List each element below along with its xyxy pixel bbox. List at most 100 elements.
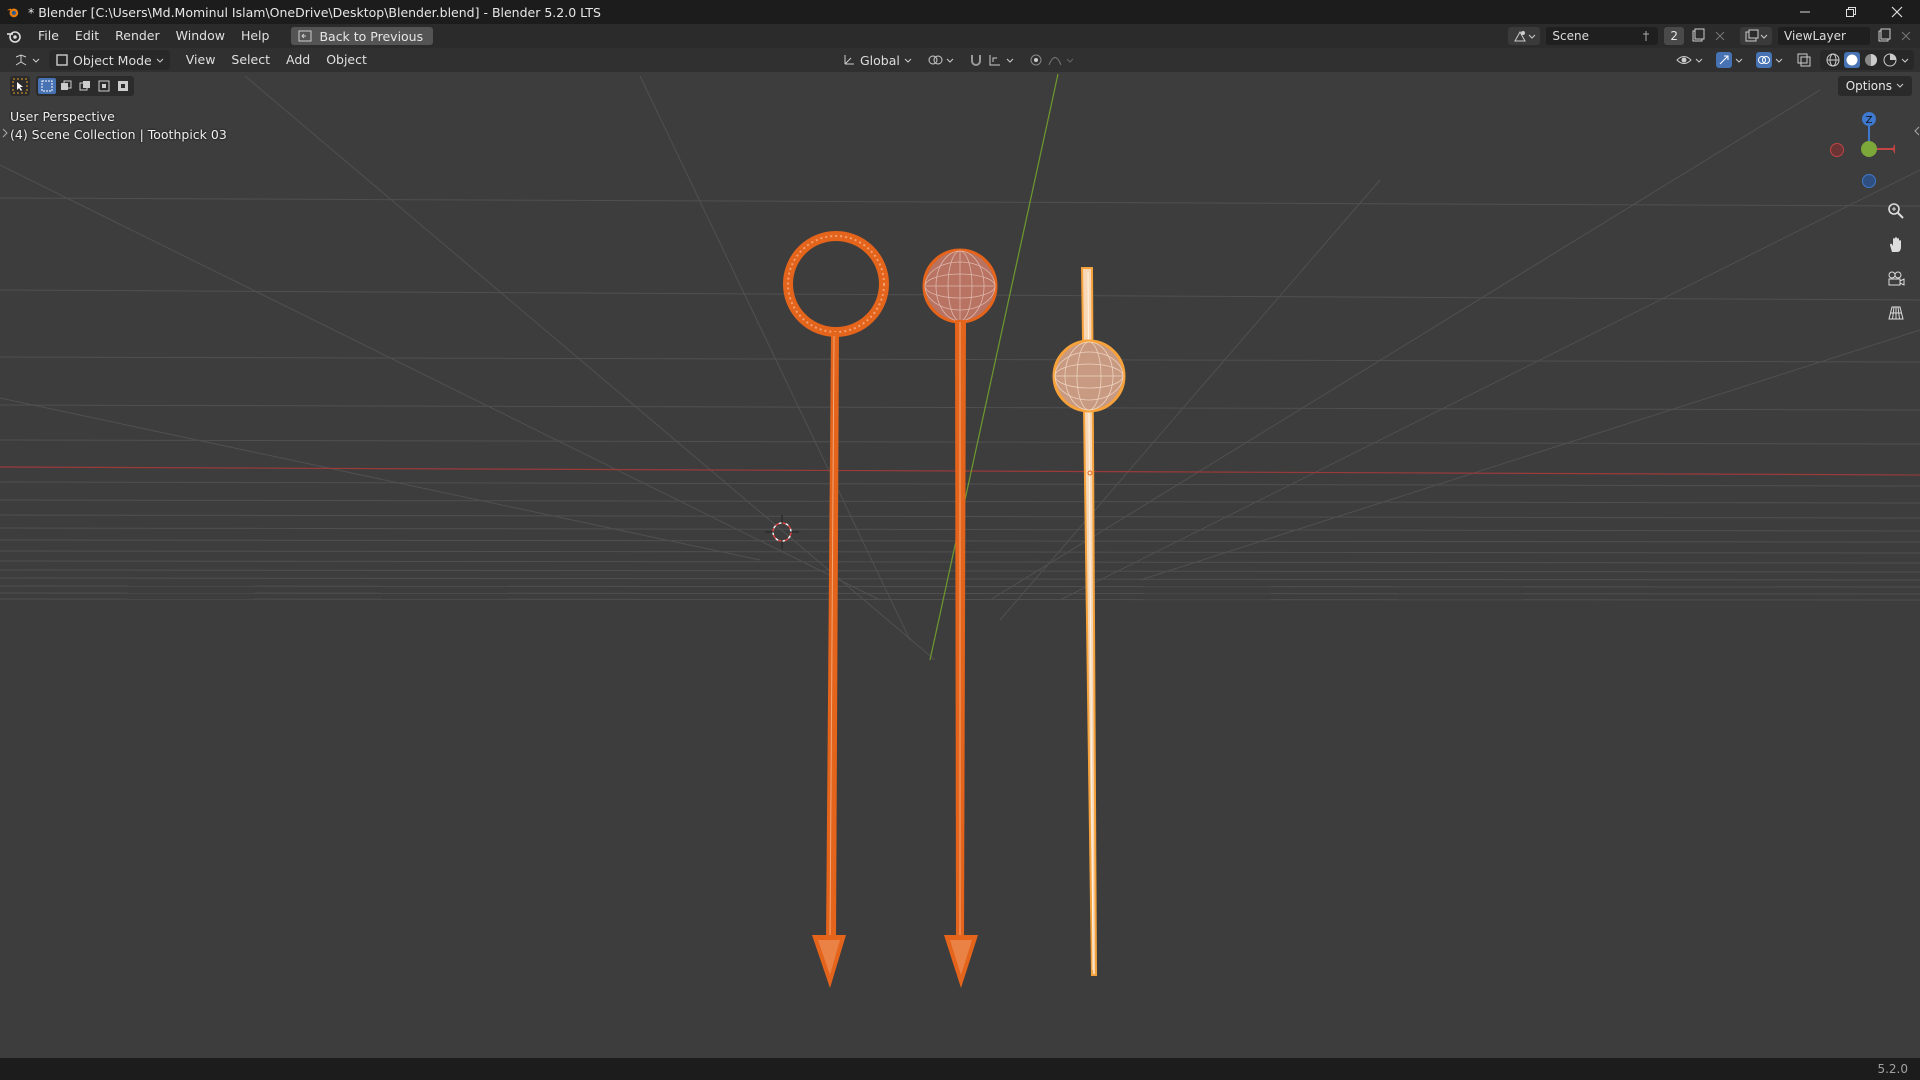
toothpick-02[interactable] bbox=[922, 248, 998, 988]
version-label: 5.2.0 bbox=[1877, 1062, 1908, 1076]
perspective-grid-icon[interactable] bbox=[1885, 302, 1907, 324]
blender-logo-icon bbox=[6, 8, 19, 18]
tool-select-box[interactable] bbox=[10, 76, 30, 96]
proportional-editing-toggle[interactable] bbox=[1023, 50, 1079, 70]
3d-viewport-icon bbox=[15, 54, 27, 66]
menu-help[interactable]: Help bbox=[233, 24, 278, 48]
menu-edit[interactable]: Edit bbox=[67, 24, 107, 48]
chevron-down-icon bbox=[32, 58, 40, 63]
editor-type-button[interactable] bbox=[8, 50, 45, 70]
gizmo-neg-z-axis[interactable] bbox=[1862, 174, 1876, 188]
toothpick-01[interactable] bbox=[783, 231, 889, 988]
gizmo-neg-x-axis[interactable] bbox=[1830, 143, 1844, 157]
restore-icon[interactable] bbox=[1828, 0, 1874, 24]
select-subtract-icon[interactable] bbox=[76, 78, 94, 94]
chevron-down-icon bbox=[1006, 58, 1014, 63]
back-to-previous-button[interactable]: Back to Previous bbox=[291, 27, 434, 45]
options-dropdown[interactable]: Options bbox=[1837, 76, 1912, 96]
new-scene-icon[interactable] bbox=[1690, 28, 1706, 44]
menu-file[interactable]: File bbox=[30, 24, 67, 48]
select-tool-row bbox=[10, 76, 134, 96]
navigation-tools bbox=[1885, 200, 1907, 324]
viewlayer-browse-button[interactable] bbox=[1740, 27, 1772, 45]
overlays-icon bbox=[1756, 52, 1772, 68]
visibility-selector[interactable] bbox=[1671, 50, 1708, 70]
menu-render[interactable]: Render bbox=[107, 24, 168, 48]
camera-view-icon[interactable] bbox=[1885, 268, 1907, 290]
cursor-arrow-icon bbox=[12, 78, 28, 94]
pivot-point-selector[interactable] bbox=[922, 50, 959, 70]
chevron-down-icon[interactable] bbox=[1901, 52, 1909, 68]
toothpick-03[interactable] bbox=[1052, 267, 1126, 976]
blender-menu-icon[interactable] bbox=[6, 28, 22, 44]
select-intersect-icon[interactable] bbox=[114, 78, 132, 94]
select-invert-icon[interactable] bbox=[95, 78, 113, 94]
shading-mode-buttons bbox=[1820, 50, 1914, 70]
minimize-icon[interactable] bbox=[1782, 0, 1828, 24]
gizmo-icon bbox=[1716, 52, 1732, 68]
options-label: Options bbox=[1845, 79, 1892, 93]
menu-window[interactable]: Window bbox=[168, 24, 233, 48]
delete-viewlayer-icon[interactable] bbox=[1898, 28, 1914, 44]
window-title: * Blender [C:\Users\Md.Mominul Islam\One… bbox=[28, 4, 601, 20]
scene-layer-selectors: Scene 2 ViewLayer bbox=[1508, 24, 1920, 48]
window-titlebar: * Blender [C:\Users\Md.Mominul Islam\One… bbox=[0, 0, 1920, 24]
rendered-shading-icon[interactable] bbox=[1882, 52, 1898, 68]
toolbar-expand-icon[interactable] bbox=[2, 128, 8, 138]
orientation-label: Global bbox=[860, 52, 900, 68]
orientation-global-icon bbox=[844, 55, 854, 65]
pin-icon[interactable] bbox=[1640, 30, 1652, 42]
zoom-icon[interactable] bbox=[1885, 200, 1907, 222]
gizmo-y-axis[interactable] bbox=[1861, 141, 1877, 157]
navigation-gizmo[interactable]: Z X bbox=[1815, 105, 1895, 195]
perspective-label: User Perspective bbox=[10, 109, 115, 124]
overlays-toggle[interactable] bbox=[1751, 50, 1788, 70]
menu-add[interactable]: Add bbox=[278, 48, 318, 72]
transform-settings: Global bbox=[836, 50, 1079, 70]
object-mode-icon bbox=[56, 54, 68, 66]
chevron-down-icon bbox=[1066, 58, 1074, 63]
material-preview-icon[interactable] bbox=[1863, 52, 1879, 68]
chevron-down-icon bbox=[1760, 34, 1768, 39]
new-viewlayer-icon[interactable] bbox=[1876, 28, 1892, 44]
chevron-down-icon bbox=[1775, 58, 1783, 63]
xray-toggle[interactable] bbox=[1791, 50, 1817, 70]
chevron-down-icon bbox=[1896, 83, 1904, 88]
back-to-previous-label: Back to Previous bbox=[319, 28, 424, 44]
chevron-down-icon bbox=[904, 58, 912, 63]
scene-icon bbox=[1514, 30, 1527, 42]
hand-pan-icon[interactable] bbox=[1885, 234, 1907, 256]
y-axis-line bbox=[929, 73, 1059, 661]
viewport-info: User Perspective (4) Scene Collection | … bbox=[10, 108, 227, 144]
transform-orientation-selector[interactable]: Global bbox=[836, 50, 918, 70]
select-extend-icon[interactable] bbox=[57, 78, 75, 94]
mode-selector[interactable]: Object Mode bbox=[49, 50, 170, 70]
close-icon[interactable] bbox=[1874, 0, 1920, 24]
pivot-icon bbox=[928, 55, 943, 65]
menu-view[interactable]: View bbox=[178, 48, 224, 72]
solid-shading-icon[interactable] bbox=[1844, 52, 1860, 68]
viewlayer-name: ViewLayer bbox=[1784, 29, 1846, 43]
3d-viewport[interactable] bbox=[0, 72, 1920, 1058]
chevron-down-icon bbox=[156, 58, 164, 63]
menu-select[interactable]: Select bbox=[223, 48, 278, 72]
gizmo-x-axis[interactable] bbox=[1893, 142, 1895, 156]
snap-toggle[interactable] bbox=[963, 50, 1019, 70]
gizmo-z-label: Z bbox=[1866, 115, 1873, 126]
viewlayer-name-field[interactable]: ViewLayer bbox=[1778, 27, 1870, 45]
falloff-curve-icon bbox=[1048, 57, 1062, 66]
delete-scene-icon[interactable] bbox=[1712, 28, 1728, 44]
scene-name-field[interactable]: Scene bbox=[1546, 27, 1659, 45]
select-set-new-icon[interactable] bbox=[38, 78, 56, 94]
wireframe-shading-icon[interactable] bbox=[1825, 52, 1841, 68]
scene-user-count: 2 bbox=[1664, 27, 1684, 45]
proportional-editing-icon bbox=[1030, 54, 1042, 66]
chevron-down-icon bbox=[946, 58, 954, 63]
render-layers-icon bbox=[1745, 29, 1759, 42]
sidebar-expand-icon[interactable] bbox=[1913, 126, 1920, 136]
menu-object[interactable]: Object bbox=[318, 48, 375, 72]
gizmo-toggle[interactable] bbox=[1711, 50, 1748, 70]
mode-label: Object Mode bbox=[73, 52, 152, 68]
scene-browse-button[interactable] bbox=[1508, 27, 1541, 45]
magnet-icon bbox=[970, 55, 981, 66]
